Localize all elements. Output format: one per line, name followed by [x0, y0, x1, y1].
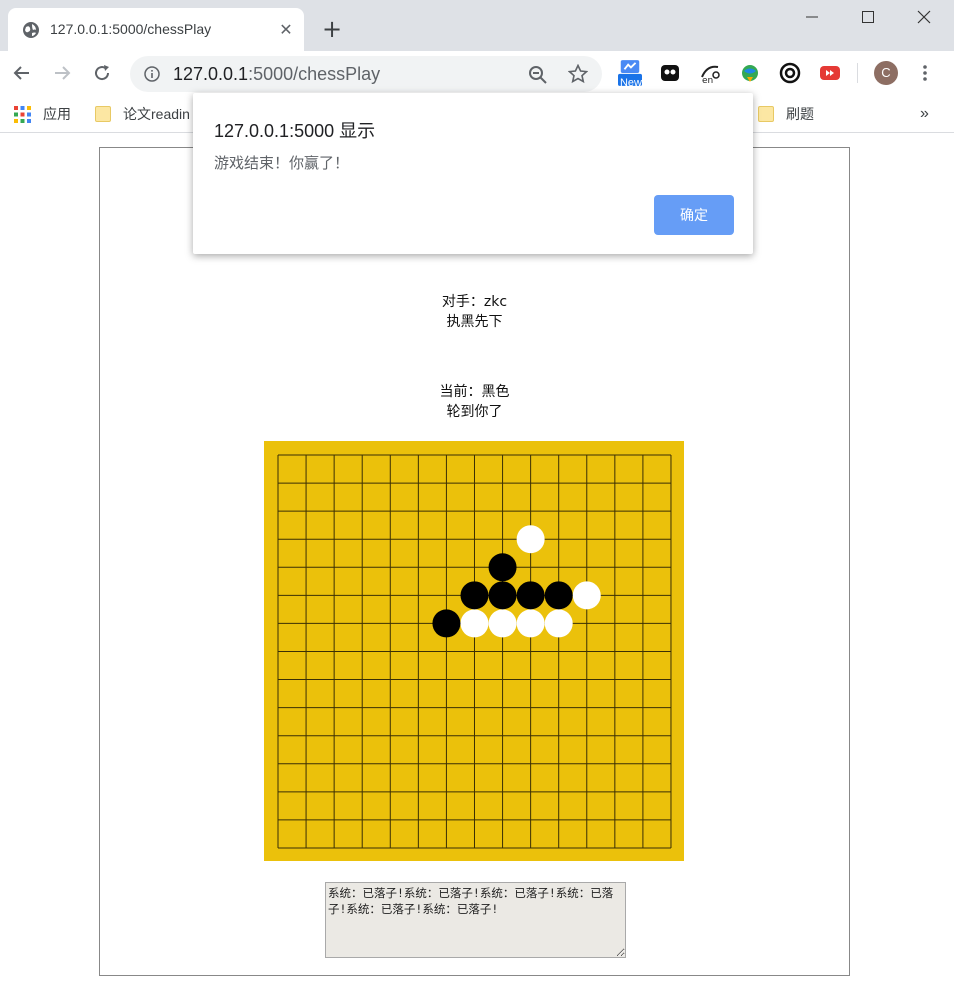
reload-icon[interactable]	[89, 60, 115, 86]
dialog-message: 游戏结束！你赢了！	[214, 154, 350, 172]
bookmark-folder-label: 论文readin	[123, 106, 190, 122]
extension-new-badge: New	[619, 77, 642, 89]
tab-strip: 127.0.0.1:5000/chessPlay ✕ +	[0, 0, 954, 51]
url-text: 127.0.0.1:5000/chessPlay	[173, 64, 381, 84]
browser-toolbar: 127.0.0.1:5000/chessPlay New en C	[0, 51, 954, 96]
browser-tab[interactable]: 127.0.0.1:5000/chessPlay ✕	[8, 8, 304, 51]
globe-icon	[23, 22, 39, 38]
tab-title: 127.0.0.1:5000/chessPlay	[50, 21, 212, 37]
bookmark-folder-practice[interactable]: 刷题	[758, 104, 814, 124]
maximize-icon[interactable]	[840, 0, 896, 34]
apps-grid-icon	[14, 105, 31, 123]
kebab-menu-icon[interactable]	[915, 61, 935, 85]
player-role: 执黑先下	[446, 314, 503, 330]
bookmark-apps-label: 应用	[43, 106, 71, 122]
new-tab-plus-icon[interactable]: +	[320, 17, 344, 41]
bookmark-folder-papers[interactable]: 论文readin	[95, 104, 190, 124]
black-stone	[488, 581, 517, 610]
white-stone	[544, 609, 573, 638]
white-stone	[460, 609, 489, 638]
bookmarks-overflow-icon[interactable]: »	[920, 104, 929, 124]
extension-video-icon[interactable]	[818, 61, 842, 85]
black-stone	[516, 581, 545, 610]
white-stone	[488, 609, 517, 638]
white-stone	[572, 581, 601, 610]
bookmark-star-icon[interactable]	[568, 64, 588, 84]
white-stone	[516, 525, 545, 554]
minimize-icon[interactable]	[784, 0, 840, 34]
turn-status: 轮到你了	[446, 404, 503, 420]
folder-icon	[95, 106, 111, 122]
alert-dialog: 127.0.0.1:5000 显示 游戏结束！你赢了！ 确定	[193, 93, 753, 254]
black-stone	[544, 581, 573, 610]
current-color: 当前：黑色	[439, 384, 510, 400]
bookmark-folder-label: 刷题	[786, 106, 814, 122]
toolbar-divider	[857, 63, 858, 83]
black-stone	[488, 553, 517, 582]
extension-link-icon[interactable]	[778, 61, 802, 85]
address-bar[interactable]: 127.0.0.1:5000/chessPlay	[130, 56, 602, 92]
folder-icon	[758, 106, 774, 122]
turn-info: 当前：黑色 轮到你了	[0, 382, 949, 422]
extension-globe-icon[interactable]	[738, 61, 762, 85]
forward-arrow-icon[interactable]	[49, 60, 75, 86]
black-stone	[432, 609, 461, 638]
dialog-title: 127.0.0.1:5000 显示	[214, 121, 376, 141]
zoom-out-icon[interactable]	[528, 65, 548, 85]
bookmark-apps[interactable]: 应用	[14, 104, 71, 124]
back-arrow-icon[interactable]	[9, 60, 35, 86]
extension-translate-icon[interactable]: en	[698, 61, 722, 85]
game-log-textarea[interactable]: 系统：已落子!系统：已落子!系统：已落子!系统：已落子!系统：已落子!系统：已落…	[325, 882, 626, 958]
profile-avatar[interactable]: C	[874, 61, 898, 85]
info-icon[interactable]	[144, 66, 160, 82]
window-close-icon[interactable]	[896, 0, 952, 34]
extension-face-icon[interactable]	[658, 61, 682, 85]
black-stone	[460, 581, 489, 610]
white-stone	[516, 609, 545, 638]
board-canvas[interactable]	[264, 441, 684, 861]
svg-text:en: en	[702, 76, 713, 84]
opponent-name: 对手：zkc	[441, 294, 508, 310]
gomoku-board[interactable]	[264, 441, 684, 861]
opponent-info: 对手：zkc 执黑先下	[0, 292, 949, 332]
extension-new-icon[interactable]: New	[618, 60, 642, 89]
tab-close-icon[interactable]: ✕	[276, 20, 296, 40]
ok-button[interactable]: 确定	[654, 195, 734, 235]
